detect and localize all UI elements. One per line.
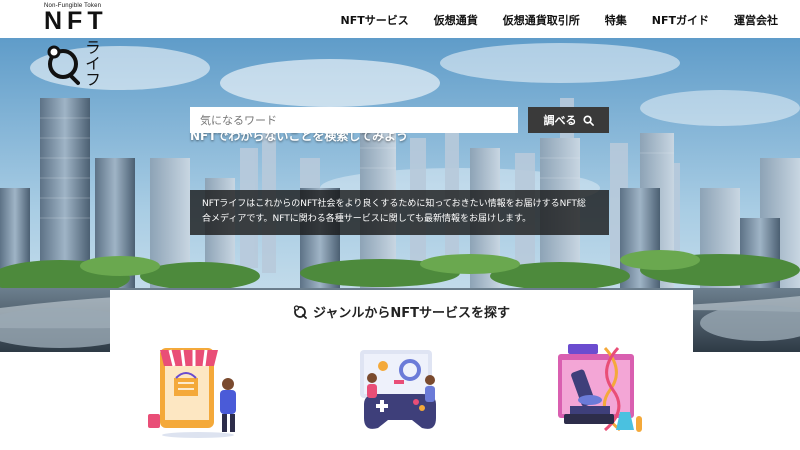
gaming-icon[interactable] — [350, 340, 450, 440]
description-line: 合メディアです。NFTに関わる各種サービスに関しても最新情報をお届けします。 — [202, 214, 532, 224]
logo-mark-small-icon — [293, 304, 307, 319]
nav-item-company[interactable]: 運営会社 — [734, 12, 778, 28]
science-microscope-icon[interactable] — [550, 340, 650, 440]
site-header: Non-Fungible Token NFT ライフ NFTサービス 仮想通貨 … — [0, 0, 800, 87]
logo-wordmark: NFT — [44, 7, 108, 35]
nav-item-nft-services[interactable]: NFTサービス — [341, 12, 409, 28]
site-description: NFTライフはこれからのNFT社会をより良くするために知っておきたい情報をお届け… — [190, 190, 609, 235]
nav-item-features[interactable]: 特集 — [605, 12, 627, 28]
shopping-marketplace-icon[interactable] — [148, 340, 248, 440]
description-line: NFTライフはこれからのNFT社会をより良くするために知っておきたい情報をお届け… — [202, 199, 586, 209]
logo-kana: ライフ — [82, 39, 101, 87]
search-icon — [582, 114, 594, 126]
genre-title: ジャンルからNFTサービスを探す — [313, 306, 510, 321]
main-nav: NFTサービス 仮想通貨 仮想通貨取引所 特集 NFTガイド 運営会社 — [341, 12, 778, 28]
search-button-label: 調べる — [543, 114, 577, 127]
logo-mark-icon — [47, 45, 80, 85]
genre-section: ジャンルからNFTサービスを探す — [110, 290, 693, 450]
nav-item-nft-guide[interactable]: NFTガイド — [652, 12, 709, 28]
nav-item-exchanges[interactable]: 仮想通貨取引所 — [503, 12, 580, 28]
site-logo[interactable]: Non-Fungible Token NFT ライフ — [44, 3, 124, 89]
search-input[interactable] — [190, 107, 518, 133]
search-button[interactable]: 調べる — [528, 107, 609, 133]
nav-item-crypto[interactable]: 仮想通貨 — [434, 12, 478, 28]
genre-heading: ジャンルからNFTサービスを探す — [110, 302, 693, 321]
